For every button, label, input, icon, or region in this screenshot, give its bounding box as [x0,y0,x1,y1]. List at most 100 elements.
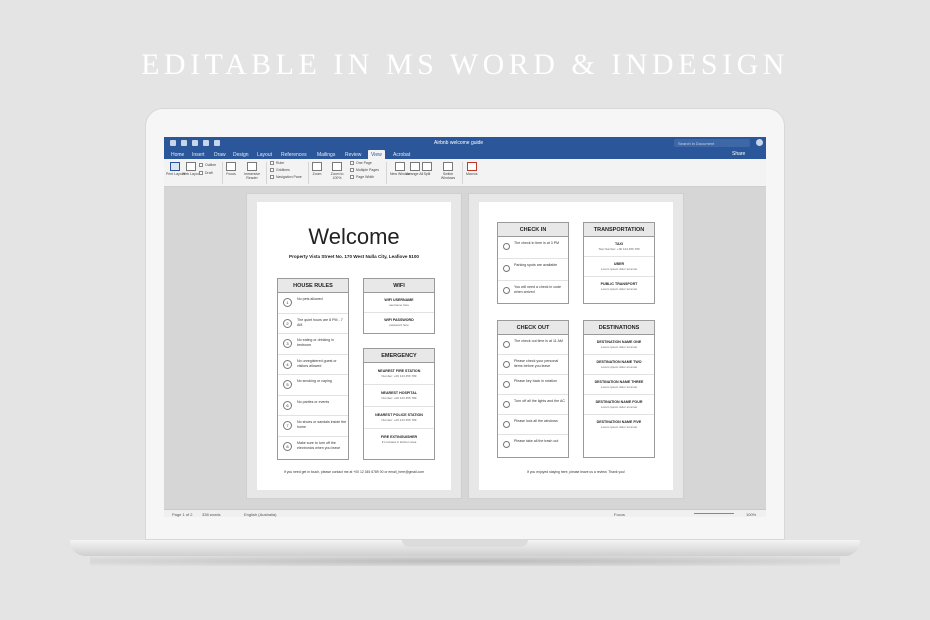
search-input[interactable]: Search in Document [674,139,750,147]
list-item: FIRE EXTINGUISHER It's located in kitchen… [364,429,434,450]
undo-icon[interactable] [192,140,198,146]
checklist-text: Turn off all the lights and the AC [514,399,565,403]
checkbox-icon [270,161,274,165]
zoom-100-button[interactable]: Zoom to 100% [328,162,346,180]
print-icon[interactable] [214,140,220,146]
language[interactable]: English (Australia) [244,512,276,517]
tab-draw[interactable]: Draw [211,150,229,159]
outline-button[interactable]: Outline [199,163,216,167]
immersive-reader-icon [247,162,257,171]
page-width-button[interactable]: Page Width [350,175,374,179]
zoom-level[interactable]: 100% [746,512,756,517]
multiple-pages-button[interactable]: Multiple Pages [350,168,379,172]
focus-mode-button[interactable]: Focus [614,512,625,517]
rule-number: 4 [283,359,292,369]
rule-number: 3 [283,339,292,348]
page-2[interactable]: CHECK IN The check in time is at 3 PM Pa… [479,202,673,490]
tab-design[interactable]: Design [230,150,252,159]
checkbox-icon[interactable] [503,243,510,250]
checkbox-icon[interactable] [503,401,510,408]
info-subtitle: Lorem ipsum dolor sit amet [600,345,638,349]
page-1[interactable]: Welcome Property Vista Street No. 170 We… [257,202,451,490]
ruler-checkbox[interactable]: Ruler [270,161,284,165]
checkbox-icon[interactable] [503,287,510,294]
focus-button[interactable]: Focus [226,162,236,176]
list-item: 4 No unregistered guest or visitors allow… [278,355,348,375]
zoom-100-icon [332,162,342,171]
immersive-reader-button[interactable]: Immersive Reader [242,162,262,180]
zoom-button[interactable]: Zoom [312,162,322,176]
rule-text: The quiet hours are 8 PM - 7 AM [297,317,343,327]
list-item: DESTINATION NAME TWO Lorem ipsum dolor si… [584,355,654,375]
gridlines-checkbox[interactable]: Gridlines [270,168,290,172]
list-item: WIFI PASSWORD password here [364,313,434,332]
info-subtitle: password here [389,323,409,327]
emergency-heading: EMERGENCY [364,349,434,363]
list-item: DESTINATION NAME FOUR Lorem ipsum dolor s… [584,395,654,415]
rule-number: 5 [283,380,292,389]
switch-windows-icon [443,162,453,171]
tab-review[interactable]: Review [342,150,364,159]
word-count[interactable]: 338 words [202,512,220,517]
list-item: The check out time is at 11 AM [498,335,568,355]
tab-acrobat[interactable]: Acrobat [390,150,413,159]
checkbox-icon[interactable] [503,381,510,388]
navigation-pane-checkbox[interactable]: Navigation Pane [270,175,302,179]
one-page-icon [350,161,354,165]
rule-text: No unregistered guest or visitors allowe… [297,358,337,368]
transportation-box: TRANSPORTATION TAXI Taxi Number: +00 123 … [583,222,655,304]
draft-button[interactable]: Draft [199,171,213,175]
arrange-all-button[interactable]: Arrange All [406,162,423,176]
one-page-button[interactable]: One Page [350,161,372,165]
multiple-pages-icon [350,168,354,172]
list-item: Turn off all the lights and the AC [498,395,568,415]
page-count[interactable]: Page 1 of 2 [172,512,192,517]
redo-icon[interactable] [203,140,209,146]
print-layout-icon [170,162,181,171]
laptop-notch [402,540,528,547]
checkbox-icon [270,168,274,172]
info-title: PUBLIC TRANSPORT [600,282,638,286]
title-bar: Airbnb welcome guide Search in Document [164,137,766,149]
info-title: TAXI [615,242,623,246]
user-icon[interactable] [756,139,763,146]
home-icon[interactable] [170,140,176,146]
word-window: Airbnb welcome guide Search in Document … [164,137,766,517]
checklist-text: The check in time is at 3 PM [514,241,560,245]
checkbox-icon[interactable] [503,265,510,272]
info-subtitle: Lorem ipsum dolor sit amet [600,287,638,291]
web-layout-button[interactable]: Web Layout [182,162,201,176]
list-item: WIFI USERNAME username here [364,293,434,313]
split-button[interactable]: Split [422,162,432,176]
switch-windows-button[interactable]: Switch Windows [438,162,458,180]
tab-home[interactable]: Home [168,150,187,159]
page-2-footer: If you enjoyed staying here, please leav… [527,470,625,474]
tab-insert[interactable]: Insert [189,150,208,159]
save-icon[interactable] [181,140,187,146]
checkbox-icon[interactable] [503,441,510,448]
split-icon [422,162,432,171]
tab-view[interactable]: View [368,150,385,159]
macros-button[interactable]: Macros [466,162,477,176]
list-item: 5 No smoking or vaping [278,375,348,396]
destinations-box: DESTINATIONS DESTINATION NAME ONE Lorem i… [583,320,655,458]
checkbox-icon[interactable] [503,341,510,348]
info-title: FIRE EXTINGUISHER [380,435,418,439]
check-in-box: CHECK IN The check in time is at 3 PM Pa… [497,222,569,304]
tab-layout[interactable]: Layout [254,150,275,159]
checkbox-icon[interactable] [503,421,510,428]
check-out-heading: CHECK OUT [498,321,568,335]
web-layout-icon [186,162,197,171]
list-item: DESTINATION NAME THREE Lorem ipsum dolor … [584,375,654,395]
tab-references[interactable]: References [278,150,310,159]
info-subtitle: Lorem ipsum dolor sit amet [600,365,638,369]
info-subtitle: Number: +00 123 456 789 [381,418,417,422]
check-in-heading: CHECK IN [498,223,568,237]
tab-mailings[interactable]: Mailings [314,150,338,159]
zoom-slider[interactable] [694,513,734,514]
list-item: The check in time is at 3 PM [498,237,568,259]
macros-icon [466,162,477,171]
share-button[interactable]: Share [732,151,745,157]
checkbox-icon[interactable] [503,361,510,368]
list-item: Parking spots are available [498,259,568,281]
